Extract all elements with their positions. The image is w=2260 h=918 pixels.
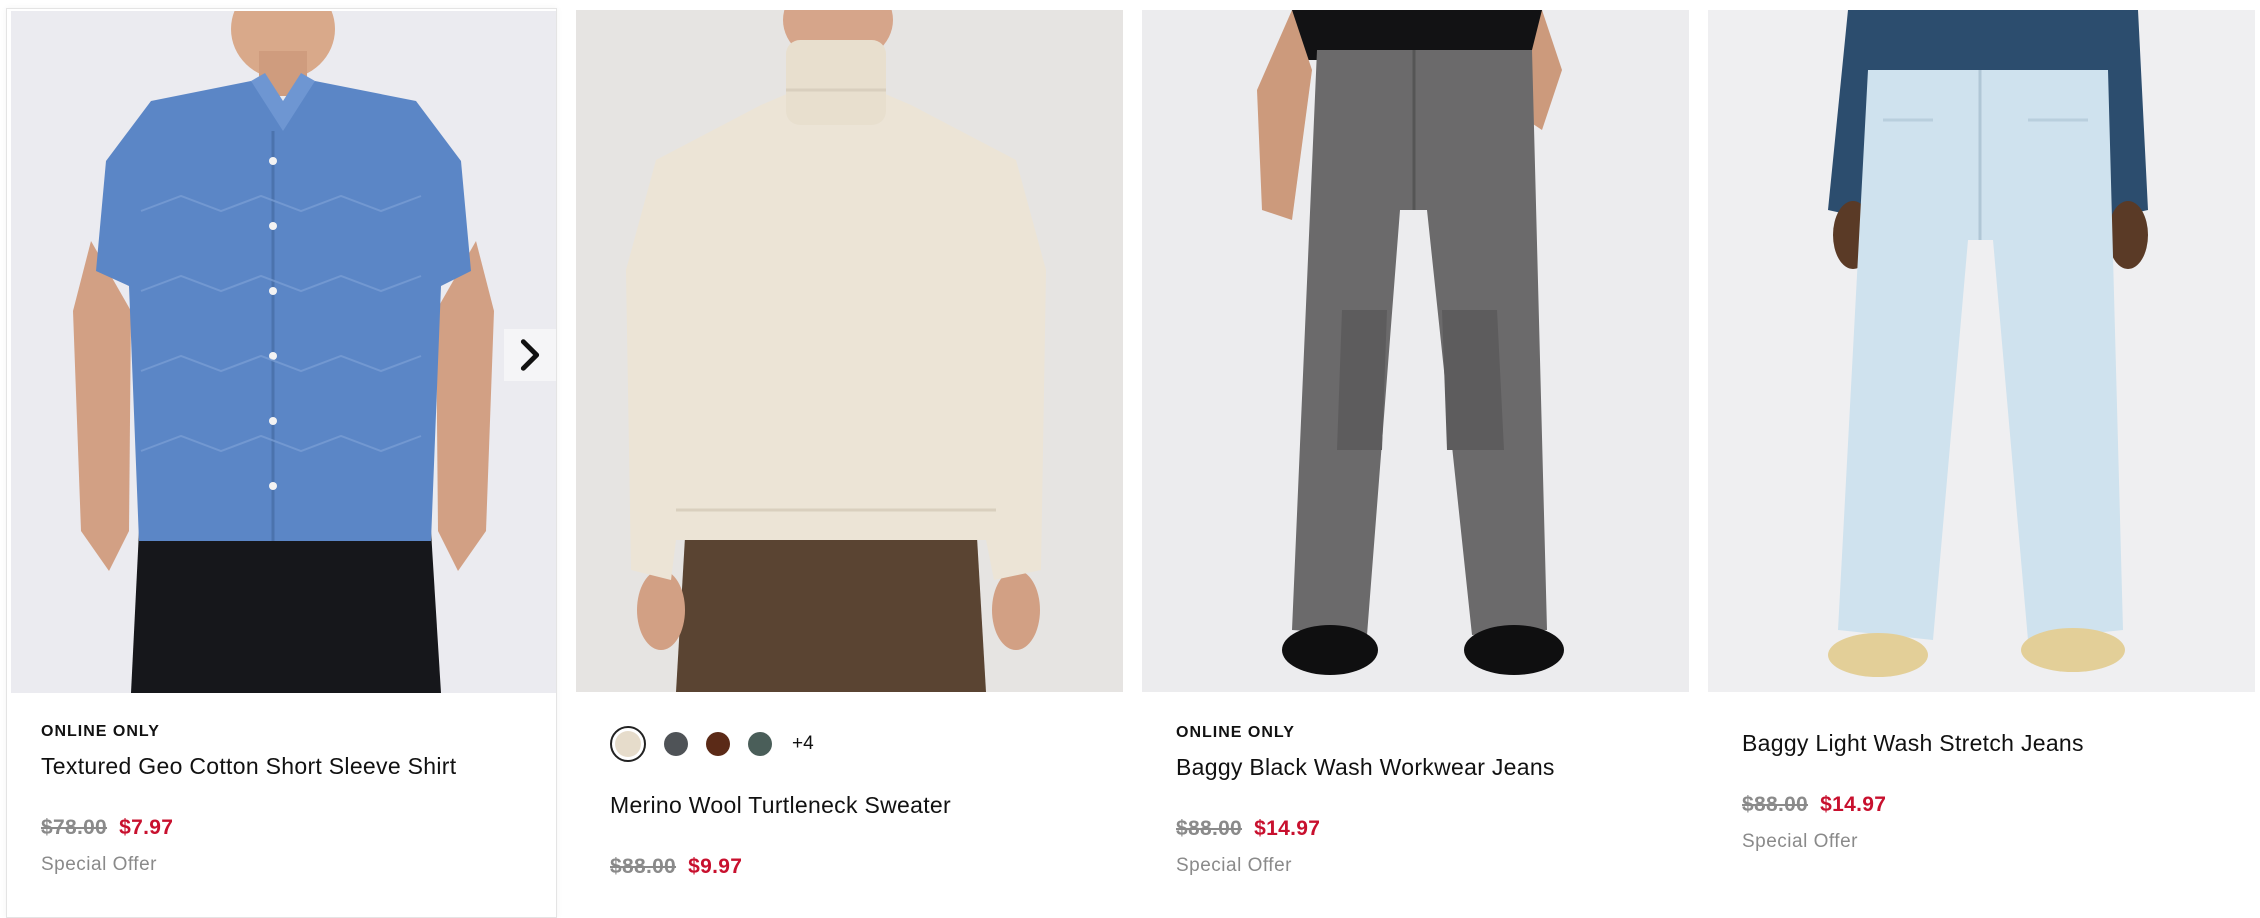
original-price: $88.00 (610, 855, 677, 878)
product-card-light-jeans[interactable]: Baggy Light Wash Stretch Jeans $88.00 $1… (1708, 10, 2255, 906)
product-image-shirt[interactable] (11, 11, 556, 693)
product-info: Baggy Light Wash Stretch Jeans $88.00 $1… (1742, 730, 2235, 853)
product-image-sweater[interactable] (576, 10, 1123, 692)
special-offer-label: Special Offer (1742, 831, 1858, 852)
image-next-button[interactable] (504, 329, 556, 381)
price-row: $88.00 $14.97 (1176, 817, 1669, 841)
price-row: $78.00 $7.97 (41, 816, 536, 840)
chevron-right-icon (520, 339, 540, 371)
online-only-badge: ONLINE ONLY (1176, 724, 1295, 741)
product-title[interactable]: Baggy Light Wash Stretch Jeans (1742, 730, 2235, 757)
sale-price: $14.97 (1254, 817, 1321, 840)
sale-price: $14.97 (1820, 793, 1887, 816)
shirt-photo (11, 11, 556, 693)
swatch-green[interactable] (748, 732, 772, 756)
online-only-badge: ONLINE ONLY (41, 723, 160, 740)
product-title[interactable]: Baggy Black Wash Workwear Jeans (1176, 754, 1669, 781)
black-jeans-photo (1142, 10, 1689, 692)
product-grid: ONLINE ONLY Textured Geo Cotton Short Sl… (0, 0, 2260, 918)
product-card-sweater[interactable]: +4 Merino Wool Turtleneck Sweater $88.00… (576, 10, 1123, 906)
sale-price: $7.97 (119, 816, 174, 839)
price-row: $88.00 $9.97 (610, 855, 1103, 879)
product-info: ONLINE ONLY Baggy Black Wash Workwear Je… (1176, 724, 1669, 877)
color-swatches: +4 (610, 726, 1103, 762)
swatch-brown[interactable] (706, 732, 730, 756)
sale-price: $9.97 (688, 855, 743, 878)
swatch-ivory[interactable] (610, 726, 646, 762)
product-title[interactable]: Textured Geo Cotton Short Sleeve Shirt (41, 753, 536, 780)
special-offer-label: Special Offer (1176, 855, 1292, 876)
sweater-photo (576, 10, 1123, 692)
product-info: +4 Merino Wool Turtleneck Sweater $88.00… (610, 726, 1103, 879)
special-offer-label: Special Offer (41, 854, 157, 875)
product-title[interactable]: Merino Wool Turtleneck Sweater (610, 792, 1103, 819)
more-colors-link[interactable]: +4 (792, 733, 814, 755)
product-info: ONLINE ONLY Textured Geo Cotton Short Sl… (41, 723, 536, 876)
swatch-charcoal[interactable] (664, 732, 688, 756)
product-image-black-jeans[interactable] (1142, 10, 1689, 692)
original-price: $88.00 (1176, 817, 1243, 840)
product-card-shirt[interactable]: ONLINE ONLY Textured Geo Cotton Short Sl… (6, 8, 557, 918)
light-jeans-photo (1708, 10, 2255, 692)
price-row: $88.00 $14.97 (1742, 793, 2235, 817)
original-price: $78.00 (41, 816, 108, 839)
product-image-light-jeans[interactable] (1708, 10, 2255, 692)
product-card-black-jeans[interactable]: ONLINE ONLY Baggy Black Wash Workwear Je… (1142, 10, 1689, 906)
original-price: $88.00 (1742, 793, 1809, 816)
